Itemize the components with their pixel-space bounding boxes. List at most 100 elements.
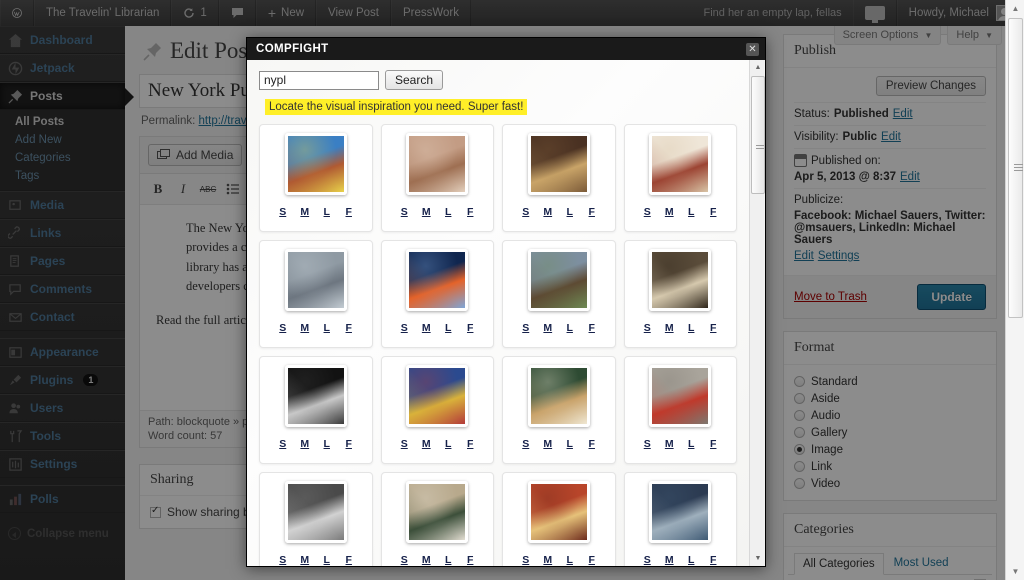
sidebar-item-links[interactable]: Links — [0, 219, 125, 247]
size-link-s[interactable]: S — [636, 206, 658, 218]
result-cell[interactable]: SMLF — [623, 240, 737, 348]
sidebar-item-appearance[interactable]: Appearance — [0, 338, 125, 366]
size-link-s[interactable]: S — [636, 554, 658, 566]
result-thumbnail[interactable] — [406, 133, 469, 195]
size-link-f[interactable]: F — [702, 322, 724, 334]
sidebar-item-contact[interactable]: Contact — [0, 303, 125, 331]
size-link-l[interactable]: L — [316, 554, 338, 566]
adminbar-updates[interactable]: 1 — [171, 0, 219, 26]
result-cell[interactable]: SMLF — [502, 356, 616, 464]
result-cell[interactable]: SMLF — [380, 356, 494, 464]
size-link-l[interactable]: L — [559, 322, 581, 334]
screen-options-tab[interactable]: Screen Options ▼ — [833, 26, 942, 45]
search-button[interactable]: Search — [385, 70, 444, 90]
size-link-s[interactable]: S — [272, 438, 294, 450]
help-tab[interactable]: Help ▼ — [947, 26, 1002, 45]
format-option-audio[interactable]: Audio — [794, 407, 986, 424]
size-link-l[interactable]: L — [316, 322, 338, 334]
result-cell[interactable]: SMLF — [623, 124, 737, 232]
size-link-f[interactable]: F — [581, 438, 603, 450]
size-link-m[interactable]: M — [537, 438, 559, 450]
size-link-f[interactable]: F — [459, 438, 481, 450]
format-option-link[interactable]: Link — [794, 458, 986, 475]
adminbar-site-name[interactable]: The Travelin' Librarian — [34, 0, 172, 26]
size-link-m[interactable]: M — [294, 322, 316, 334]
size-link-m[interactable]: M — [537, 554, 559, 566]
size-link-f[interactable]: F — [338, 554, 360, 566]
result-thumbnail[interactable] — [649, 249, 712, 311]
adminbar-presswork[interactable]: PressWork — [390, 0, 471, 26]
size-link-m[interactable]: M — [415, 322, 437, 334]
format-option-standard[interactable]: Standard — [794, 373, 986, 390]
sidebar-item-polls[interactable]: Polls — [0, 485, 125, 513]
format-option-image[interactable]: Image — [794, 441, 986, 458]
search-input[interactable]: nypl — [259, 70, 379, 90]
format-option-video[interactable]: Video — [794, 475, 986, 492]
size-link-l[interactable]: L — [437, 554, 459, 566]
bulleted-list-button[interactable] — [222, 179, 244, 199]
size-link-m[interactable]: M — [294, 438, 316, 450]
size-link-s[interactable]: S — [272, 554, 294, 566]
size-link-l[interactable]: L — [437, 322, 459, 334]
result-cell[interactable]: SMLF — [259, 356, 373, 464]
size-link-f[interactable]: F — [459, 322, 481, 334]
result-cell[interactable]: SMLF — [502, 472, 616, 566]
size-link-l[interactable]: L — [680, 438, 702, 450]
size-link-s[interactable]: S — [393, 322, 415, 334]
adminbar-view-post[interactable]: View Post — [316, 0, 391, 26]
scroll-down-icon[interactable]: ▼ — [750, 551, 765, 566]
result-thumbnail[interactable] — [284, 365, 347, 427]
result-thumbnail[interactable] — [527, 249, 590, 311]
size-link-m[interactable]: M — [294, 206, 316, 218]
result-thumbnail[interactable] — [284, 481, 347, 543]
size-link-s[interactable]: S — [272, 206, 294, 218]
size-link-m[interactable]: M — [658, 554, 680, 566]
size-link-f[interactable]: F — [581, 322, 603, 334]
browser-scroll-thumb[interactable] — [1008, 18, 1023, 318]
sidebar-subitem-tags[interactable]: Tags — [0, 167, 125, 185]
size-link-f[interactable]: F — [581, 206, 603, 218]
wordpress-logo-icon[interactable] — [0, 0, 34, 26]
result-thumbnail[interactable] — [649, 133, 712, 195]
browser-scroll-down-icon[interactable]: ▼ — [1006, 563, 1024, 580]
size-link-m[interactable]: M — [415, 206, 437, 218]
modal-scrollbar[interactable]: ▲ ▼ — [749, 60, 765, 566]
size-link-f[interactable]: F — [702, 554, 724, 566]
size-link-m[interactable]: M — [537, 322, 559, 334]
add-media-button[interactable]: Add Media — [148, 144, 243, 166]
size-link-f[interactable]: F — [338, 206, 360, 218]
result-thumbnail[interactable] — [649, 365, 712, 427]
size-link-f[interactable]: F — [338, 438, 360, 450]
sidebar-subitem-all-posts[interactable]: All Posts — [0, 113, 125, 131]
size-link-s[interactable]: S — [636, 438, 658, 450]
italic-button[interactable]: I — [172, 179, 194, 199]
browser-scroll-up-icon[interactable]: ▲ — [1006, 0, 1024, 17]
result-thumbnail[interactable] — [527, 481, 590, 543]
sidebar-subitem-add-new[interactable]: Add New — [0, 131, 125, 149]
size-link-l[interactable]: L — [437, 206, 459, 218]
sidebar-item-pages[interactable]: Pages — [0, 247, 125, 275]
result-cell[interactable]: SMLF — [502, 124, 616, 232]
published-edit-link[interactable]: Edit — [900, 171, 920, 183]
sidebar-item-users[interactable]: Users — [0, 394, 125, 422]
size-link-l[interactable]: L — [559, 554, 581, 566]
size-link-s[interactable]: S — [636, 322, 658, 334]
size-link-m[interactable]: M — [415, 554, 437, 566]
publicize-edit-link[interactable]: Edit — [794, 250, 814, 262]
result-cell[interactable]: SMLF — [623, 472, 737, 566]
sidebar-item-media[interactable]: Media — [0, 191, 125, 219]
size-link-s[interactable]: S — [515, 322, 537, 334]
result-thumbnail[interactable] — [527, 365, 590, 427]
tab-most-used[interactable]: Most Used — [886, 553, 957, 574]
sidebar-subitem-categories[interactable]: Categories — [0, 149, 125, 167]
size-link-m[interactable]: M — [658, 438, 680, 450]
size-link-f[interactable]: F — [581, 554, 603, 566]
tab-all-categories[interactable]: All Categories — [794, 553, 884, 575]
result-cell[interactable]: SMLF — [380, 472, 494, 566]
strikethrough-button[interactable]: ABC — [197, 179, 219, 199]
size-link-l[interactable]: L — [316, 438, 338, 450]
sidebar-item-tools[interactable]: Tools — [0, 422, 125, 450]
result-thumbnail[interactable] — [284, 133, 347, 195]
size-link-f[interactable]: F — [459, 206, 481, 218]
collapse-menu-button[interactable]: Collapse menu — [0, 519, 125, 548]
